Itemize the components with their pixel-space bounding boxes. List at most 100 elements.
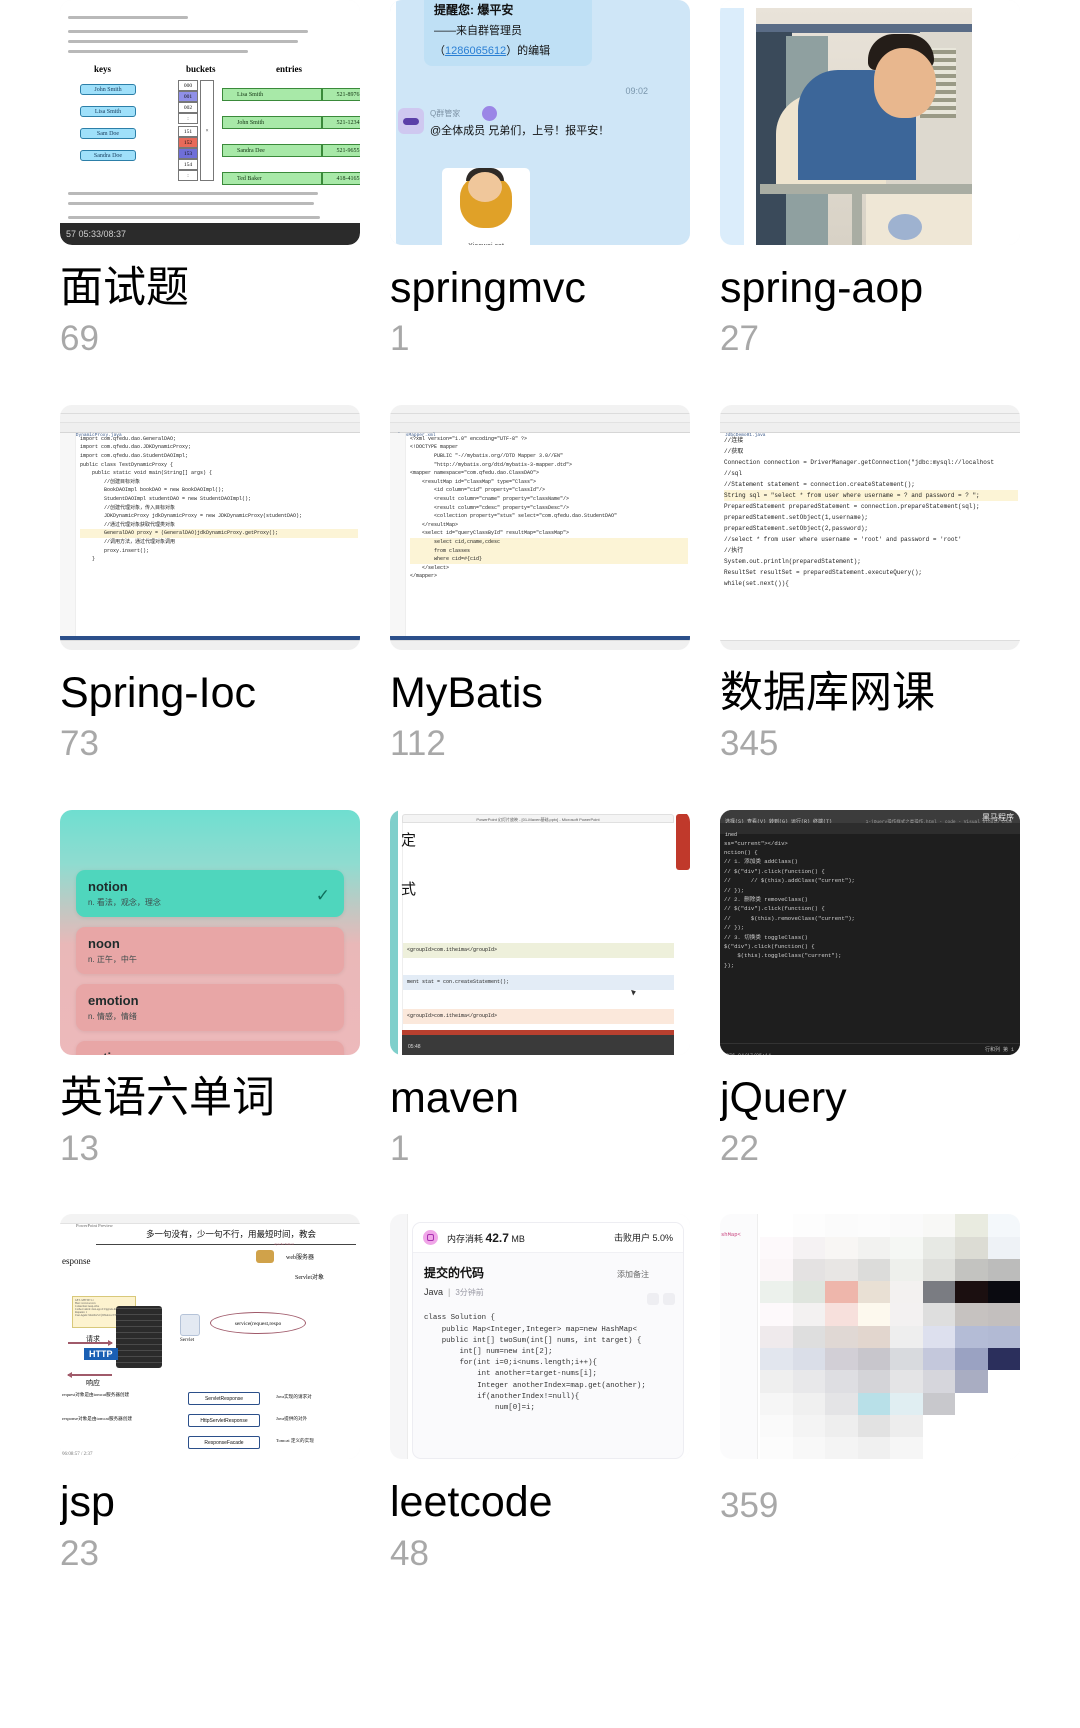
time-ago: 3分钟前 xyxy=(455,1288,484,1298)
album-thumbnail[interactable]: 内存消耗 42.7 MB 击败用户 5.0% 提交的代码 Java | 3分钟前… xyxy=(390,1214,690,1460)
vocab-card[interactable]: notion n. 看法，观念，理念 ✓ xyxy=(76,869,344,917)
notice-paren-open: （ xyxy=(434,45,445,57)
hashtable-entry: Ted Baker xyxy=(222,172,322,185)
album-thumbnail[interactable] xyxy=(720,0,1020,245)
code-line: //获取 xyxy=(724,447,744,455)
album-thumbnail[interactable]: PowerPoint 幻灯片放映 - [01-Maven基础.pptx] - M… xyxy=(390,809,690,1055)
bucket-index: 153 xyxy=(178,148,198,159)
album-item[interactable]: Xiaowei Cat 提醒您: 爆平安 ——来自群管理员 （128606561… xyxy=(390,0,690,359)
album-item[interactable]: PowerPoint 幻灯片放映 - [01-Maven基础.pptx] - M… xyxy=(390,809,690,1169)
thumbnail-leetcode: 内存消耗 42.7 MB 击败用户 5.0% 提交的代码 Java | 3分钟前… xyxy=(390,1214,690,1460)
code-line: PUBLIC "-//mybatis.org//DTD Mapper 3.0//… xyxy=(410,452,564,459)
code-line: public Map<Integer,Integer> map=new Hash… xyxy=(424,1325,637,1334)
code-line: // 2. 删除类 removeClass() xyxy=(724,896,808,904)
vocab-definition: n. 看法，观念，理念 xyxy=(88,897,161,907)
slide-quote: 多一句没有，少一句不行，用最短时间，教会 xyxy=(145,1229,316,1240)
album-thumbnail[interactable]: File Edit View Navigate Code Analyze Ref… xyxy=(60,404,360,650)
code-line: select cid,cname,cdesc xyxy=(410,537,688,547)
add-note-button[interactable]: 添加备注 xyxy=(617,1269,649,1280)
album-item[interactable]: File Edit View Navigate Code Analyze Ref… xyxy=(390,404,690,764)
code-line: for(int i=0;i<nums.length;i++){ xyxy=(424,1359,597,1368)
album-grid: keys buckets entries John Smith Lisa Smi… xyxy=(0,0,1080,1573)
thumbnail-ide-java: File Edit View Navigate Code Analyze Ref… xyxy=(60,404,360,650)
album-item[interactable]: File Edit View Navigate Code Analyze Ref… xyxy=(720,404,1020,764)
code-line: while(set.next()){ xyxy=(724,579,789,587)
hashtable-key: Sam Doe xyxy=(80,128,136,139)
code-line: import com.qfedu.dao.GeneralDAO; xyxy=(80,435,177,442)
code-fragment: shMap< xyxy=(721,1231,741,1239)
code-line: nction() { xyxy=(724,849,758,856)
code-line: //sql xyxy=(724,469,743,477)
label-servlet-object: Servlet对象 xyxy=(295,1275,324,1282)
code-line: Connection connection = DriverManager.ge… xyxy=(724,458,995,466)
hashtable-key: John Smith xyxy=(80,84,136,95)
album-title: 英语六单词 xyxy=(60,1074,275,1122)
album-thumbnail[interactable]: PowerPoint Preview 多一句没有，少一句不行，用最短时间，教会 … xyxy=(60,1214,360,1460)
code-line: $("div").click(function() { xyxy=(724,943,815,951)
album-item[interactable]: 内存消耗 42.7 MB 击败用户 5.0% 提交的代码 Java | 3分钟前… xyxy=(390,1214,690,1573)
java-servlet-icon xyxy=(180,1314,200,1337)
diagram-right-label: Java实现的请求对 xyxy=(276,1394,312,1400)
thumbnail-photo xyxy=(720,0,1020,245)
album-count: 22 xyxy=(720,1128,759,1168)
ppt-code-line-blue: ment stat = con.createStatement(); xyxy=(403,974,674,990)
album-item[interactable]: File Edit View Navigate Code Analyze Ref… xyxy=(60,404,360,764)
vocab-card[interactable]: emotion n. 情感，情绪 xyxy=(76,983,344,1031)
expand-icon[interactable] xyxy=(663,1293,675,1306)
album-item[interactable]: spring-aop 27 xyxy=(720,0,1020,359)
album-item[interactable]: shMap< 359 xyxy=(720,1214,1020,1573)
album-item[interactable]: 选择(S) 查看(V) 转到(G) 运行(R) 终端(T) 1-jQuery操作… xyxy=(720,809,1020,1169)
code-line: preparedStatement.setObject(1,username); xyxy=(724,513,869,521)
code-line: <collection property="stus" select="com.… xyxy=(410,513,618,520)
album-item[interactable]: keys buckets entries John Smith Lisa Smi… xyxy=(60,0,360,359)
album-title: Spring-Ioc xyxy=(60,669,256,717)
chat-message: @全体成员 兄弟们，上号！报平安！ xyxy=(430,125,610,137)
album-thumbnail[interactable]: File Edit View Navigate Code Analyze Ref… xyxy=(390,404,690,650)
ppt-code-line-green: <groupId>com.itheima</groupId> xyxy=(403,942,674,958)
note-request: request对象是由tomcat服务器创建 xyxy=(62,1392,130,1398)
copy-icon[interactable] xyxy=(647,1293,659,1306)
ppt-footer-time: 05:48 xyxy=(408,1043,421,1050)
notice-qq-number[interactable]: 1286065612 xyxy=(445,45,506,57)
code-line: //执行 xyxy=(724,546,744,554)
code-line: // $("div").click(function() { xyxy=(724,867,825,875)
album-count: 27 xyxy=(720,319,759,359)
vocab-card[interactable]: noon n. 正午，中午 xyxy=(76,926,344,974)
album-thumbnail[interactable]: File Edit View Navigate Code Analyze Ref… xyxy=(720,404,1020,650)
album-thumbnail[interactable]: keys buckets entries John Smith Lisa Smi… xyxy=(60,0,360,245)
album-item[interactable]: notion n. 看法，观念，理念 ✓ noon n. 正午，中午 emoti… xyxy=(60,809,360,1169)
beat-label: 击败用户 xyxy=(613,1233,650,1244)
code-line: <id column="cid" property="classId"/> xyxy=(410,487,546,494)
vocab-card[interactable]: nation n. 国家；(全体) 国民 xyxy=(76,1040,344,1055)
leetcode-code-area: class Solution { public Map<Integer,Inte… xyxy=(424,1313,675,1458)
code-line: JDKDynamicProxy jdkDynamicProxy = new JD… xyxy=(80,513,303,520)
album-title: springmvc xyxy=(390,265,586,312)
hashtable-col-entries: entries xyxy=(276,64,302,74)
hashtable-key: Lisa Smith xyxy=(80,106,136,117)
album-count: 69 xyxy=(60,319,99,359)
chat-image: Xiaowei cat xyxy=(442,168,530,245)
ppt-code-line-orange: <groupId>com.itheima</groupId> xyxy=(403,1008,674,1024)
album-item[interactable]: PowerPoint Preview 多一句没有，少一句不行，用最短时间，教会 … xyxy=(60,1214,360,1573)
notice-line2: ——来自群管理员 xyxy=(434,25,522,37)
album-title: jsp xyxy=(60,1479,115,1527)
row-spacer xyxy=(390,359,690,405)
album-thumbnail[interactable]: Xiaowei Cat 提醒您: 爆平安 ——来自群管理员 （128606561… xyxy=(390,0,690,245)
chat-image-caption: Xiaowei cat xyxy=(442,243,530,245)
code-line: where cid=#{cid} xyxy=(410,555,688,564)
row-spacer xyxy=(60,359,360,405)
pixelated-image xyxy=(760,1214,1020,1460)
hashtable-entry: Sandra Dee xyxy=(222,144,322,157)
code-line: public int[] twoSum(int[] nums, int targ… xyxy=(424,1336,642,1345)
bucket-index: : xyxy=(178,170,198,181)
album-thumbnail[interactable]: 选择(S) 查看(V) 转到(G) 运行(R) 终端(T) 1-jQuery操作… xyxy=(720,809,1020,1055)
ide-code-area: <?xml version="1.0" encoding="UTF-8" ?> … xyxy=(408,433,690,650)
album-title: leetcode xyxy=(390,1479,553,1527)
vscode-code-area: ss="current"></div> nction() { // 1. 添加类… xyxy=(720,836,1020,1043)
row-spacer xyxy=(720,359,1020,405)
album-thumbnail[interactable]: notion n. 看法，观念，理念 ✓ noon n. 正午，中午 emoti… xyxy=(60,809,360,1055)
code-line: //连接 xyxy=(724,436,744,444)
album-thumbnail[interactable]: shMap< xyxy=(720,1214,1020,1460)
code-line: //创建目标对象 xyxy=(80,478,141,485)
album-count: 23 xyxy=(60,1533,99,1573)
